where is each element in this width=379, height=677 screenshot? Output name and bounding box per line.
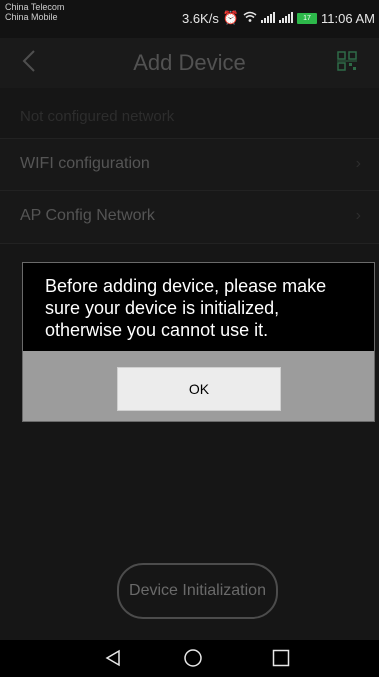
list-item-ap-config[interactable]: AP Config Network › xyxy=(0,190,379,244)
carrier-2: China Mobile xyxy=(5,12,58,22)
dialog-message-area: Before adding device, please make sure y… xyxy=(23,263,374,351)
device-initialization-button[interactable]: Device Initialization xyxy=(117,563,278,619)
status-time: 11:06 AM xyxy=(321,10,375,26)
alarm-icon: ⏰ xyxy=(222,10,240,25)
app-header: Add Device xyxy=(0,38,379,88)
battery-icon: 17 xyxy=(297,12,318,24)
system-nav-bar xyxy=(0,640,379,677)
section-label: Not configured network xyxy=(20,108,175,125)
nav-back-icon[interactable] xyxy=(103,648,123,668)
carrier-info: China Telecom China Mobile xyxy=(5,2,64,22)
signal-icon-1 xyxy=(261,11,276,26)
chevron-right-icon: › xyxy=(355,207,361,224)
status-indicators: 3.6K/s ⏰ 17 11:06 AM xyxy=(182,10,375,26)
qr-scan-icon xyxy=(337,51,357,71)
ok-button[interactable]: OK xyxy=(117,367,281,411)
network-speed: 3.6K/s xyxy=(181,10,219,26)
page-title: Add Device xyxy=(133,50,246,75)
list-item-label: WIFI configuration xyxy=(20,155,150,172)
nav-home-icon[interactable] xyxy=(183,648,203,668)
wifi-icon xyxy=(243,11,257,26)
status-bar: China Telecom China Mobile 3.6K/s ⏰ 17 1… xyxy=(0,0,379,38)
dialog-message: Before adding device, please make sure y… xyxy=(45,276,327,340)
qr-scan-button[interactable] xyxy=(337,51,357,71)
init-warning-dialog: Before adding device, please make sure y… xyxy=(22,262,375,422)
carrier-1: China Telecom xyxy=(5,2,65,12)
list-item-label: AP Config Network xyxy=(20,207,155,224)
list-item-wifi-config[interactable]: WIFI configuration › xyxy=(0,138,379,192)
signal-icon-2 xyxy=(279,11,294,26)
nav-recent-apps-icon[interactable] xyxy=(272,649,290,667)
chevron-right-icon: › xyxy=(355,155,361,172)
